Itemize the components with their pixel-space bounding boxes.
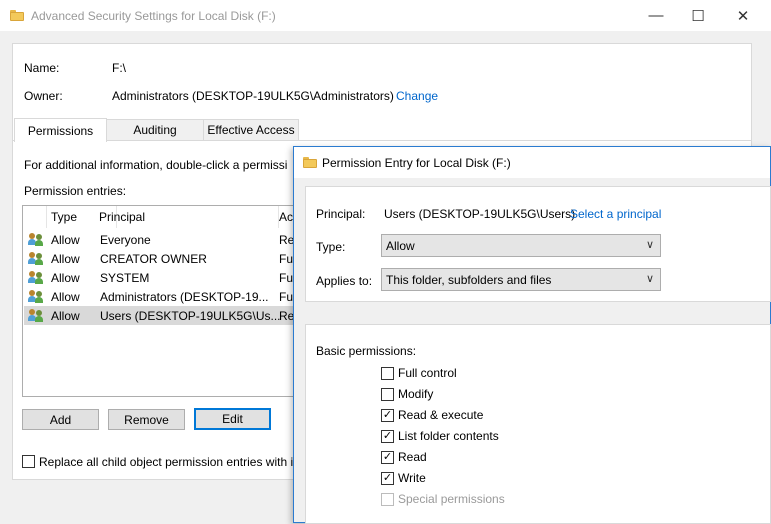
table-row[interactable]: Allow SYSTEM Fu	[24, 268, 300, 287]
row-access: Fu	[279, 271, 294, 285]
owner-label: Owner:	[24, 89, 63, 103]
users-icon	[28, 270, 44, 285]
basic-permissions-label: Basic permissions:	[316, 344, 417, 358]
row-type: Allow	[51, 252, 80, 266]
edit-button[interactable]: Edit	[194, 408, 271, 430]
table-row[interactable]: Allow Administrators (DESKTOP-19... Fu	[24, 287, 300, 306]
perm-full-control[interactable]: Full control	[381, 365, 457, 381]
row-type: Allow	[51, 309, 80, 323]
applies-to-select[interactable]: This folder, subfolders and files ∨	[381, 268, 661, 291]
column-header-icon[interactable]	[23, 206, 47, 228]
add-button[interactable]: Add	[22, 409, 99, 430]
list-folder-contents-checkbox[interactable]: ✓	[381, 429, 394, 443]
permission-entries-label: Permission entries:	[24, 184, 127, 198]
dialog-title: Permission Entry for Local Disk (F:)	[322, 156, 511, 170]
window-title: Advanced Security Settings for Local Dis…	[31, 9, 276, 23]
row-type: Allow	[51, 271, 80, 285]
table-row[interactable]: Allow Everyone Re	[24, 230, 300, 249]
name-value: F:\	[112, 61, 126, 75]
folder-icon	[303, 157, 317, 168]
write-checkbox[interactable]: ✓	[381, 471, 394, 485]
maximize-button[interactable]: ☐	[675, 0, 721, 31]
row-type: Allow	[51, 233, 80, 247]
permission-entry-dialog: Permission Entry for Local Disk (F:) Pri…	[293, 146, 771, 524]
owner-value: Administrators (DESKTOP-19ULK5G\Administ…	[112, 89, 394, 103]
change-owner-link[interactable]: Change	[396, 89, 438, 103]
dialog-titlebar[interactable]: Permission Entry for Local Disk (F:)	[294, 147, 770, 178]
permission-entries-list[interactable]: Type Principal Ac Allow Everyone Re Allo…	[22, 205, 302, 397]
folder-icon	[10, 10, 24, 21]
perm-special: Special permissions	[381, 491, 505, 507]
perm-list-folder-contents[interactable]: ✓ List folder contents	[381, 428, 499, 444]
type-label: Type:	[316, 240, 346, 254]
row-access: Fu	[279, 252, 294, 266]
perm-write[interactable]: ✓ Write	[381, 470, 426, 486]
row-principal: Administrators (DESKTOP-19...	[100, 290, 269, 304]
full-control-checkbox[interactable]	[381, 366, 394, 380]
row-principal: SYSTEM	[100, 271, 150, 285]
select-principal-link[interactable]: Select a principal	[570, 207, 661, 221]
perm-modify[interactable]: Modify	[381, 386, 433, 402]
row-principal: Users (DESKTOP-19ULK5G\Us...	[100, 309, 281, 323]
type-select[interactable]: Allow ∨	[381, 234, 661, 257]
row-principal: Everyone	[100, 233, 151, 247]
column-header-principal[interactable]: Principal	[95, 206, 279, 228]
row-type: Allow	[51, 290, 80, 304]
info-text: For additional information, double-click…	[24, 158, 288, 172]
users-icon	[28, 289, 44, 304]
remove-button[interactable]: Remove	[108, 409, 185, 430]
table-row[interactable]: Allow CREATOR OWNER Fu	[24, 249, 300, 268]
chevron-down-icon: ∨	[645, 273, 654, 285]
replace-child-checkbox[interactable]	[22, 455, 35, 468]
window-titlebar[interactable]: Advanced Security Settings for Local Dis…	[0, 0, 771, 31]
replace-child-label: Replace all child object permission entr…	[39, 455, 300, 469]
users-icon	[28, 232, 44, 247]
read-execute-checkbox[interactable]: ✓	[381, 408, 394, 422]
row-access: Fu	[279, 290, 294, 304]
close-button[interactable]: ✕	[720, 0, 766, 31]
name-label: Name:	[24, 61, 60, 75]
type-select-value: Allow	[386, 238, 415, 253]
tab-permissions[interactable]: Permissions	[14, 118, 107, 142]
tab-auditing[interactable]: Auditing	[106, 119, 204, 141]
tab-effective-access[interactable]: Effective Access	[203, 119, 299, 141]
chevron-down-icon: ∨	[645, 239, 654, 251]
users-icon	[28, 308, 44, 323]
minimize-button[interactable]: —	[633, 0, 679, 31]
modify-checkbox[interactable]	[381, 387, 394, 401]
read-checkbox[interactable]: ✓	[381, 450, 394, 464]
users-icon	[28, 251, 44, 266]
principal-label: Principal:	[316, 207, 366, 221]
perm-read[interactable]: ✓ Read	[381, 449, 427, 465]
principal-value: Users (DESKTOP-19ULK5G\Users)	[384, 207, 576, 221]
table-row-selected[interactable]: Allow Users (DESKTOP-19ULK5G\Us... Re	[24, 306, 300, 325]
perm-read-execute[interactable]: ✓ Read & execute	[381, 407, 483, 423]
row-principal: CREATOR OWNER	[100, 252, 207, 266]
applies-to-label: Applies to:	[316, 274, 373, 288]
applies-to-select-value: This folder, subfolders and files	[386, 272, 552, 287]
special-permissions-checkbox	[381, 492, 394, 506]
